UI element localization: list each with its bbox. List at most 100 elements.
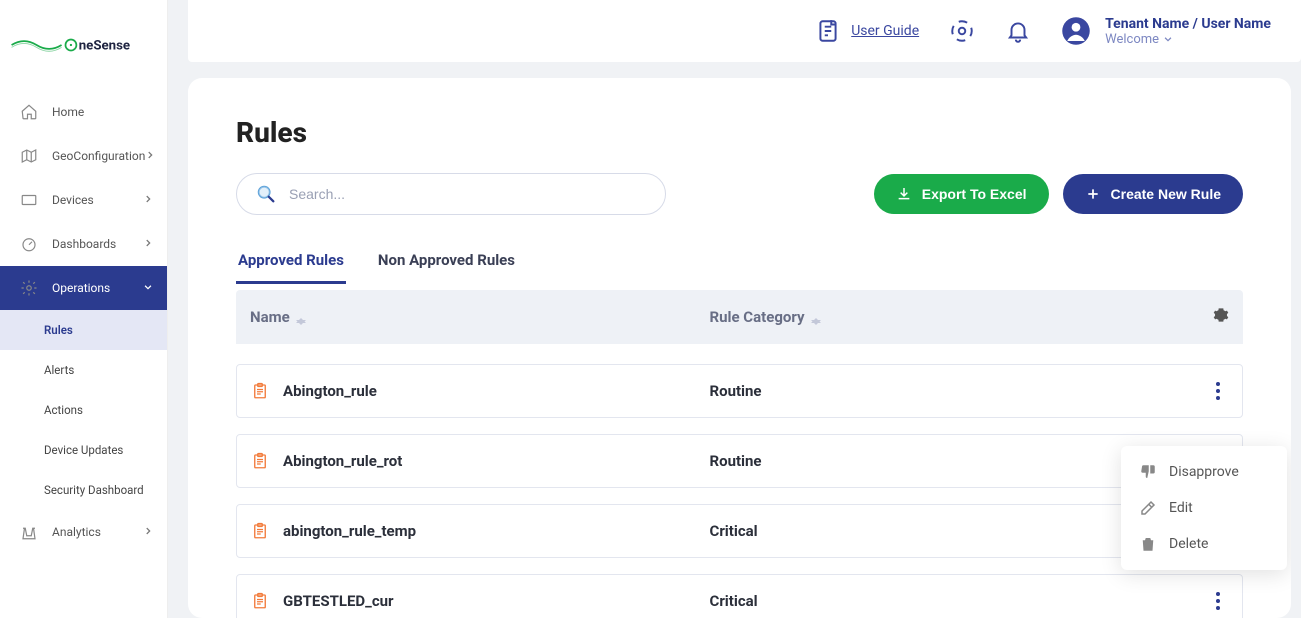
chevron-right-icon <box>143 525 153 539</box>
chevron-right-icon <box>143 193 153 207</box>
tabs: Approved Rules Non Approved Rules <box>236 243 1243 284</box>
sidebar-item-dashboards[interactable]: Dashboards <box>0 222 167 266</box>
sidebar-subitem-security-dashboard[interactable]: Security Dashboard <box>0 470 167 510</box>
sidebar-item-label: Operations <box>52 281 143 295</box>
sidebar-subitem-label: Actions <box>44 403 153 417</box>
row-menu-edit[interactable]: Edit <box>1121 490 1287 526</box>
geo-icon <box>20 147 38 165</box>
brand-logo: neSense <box>0 0 167 90</box>
gear-icon <box>20 279 38 297</box>
svg-text:neSense: neSense <box>79 39 130 54</box>
row-menu-label: Edit <box>1169 500 1193 516</box>
export-excel-button[interactable]: Export To Excel <box>874 174 1049 214</box>
rule-category: Critical <box>710 522 1169 540</box>
rule-category: Routine <box>710 382 1169 400</box>
rule-category: Critical <box>710 592 1169 610</box>
row-menu-delete[interactable]: Delete <box>1121 526 1287 562</box>
tab-label: Non Approved Rules <box>378 251 515 269</box>
user-text: Tenant Name / User Name Welcome <box>1105 16 1271 47</box>
clipboard-icon <box>251 451 269 471</box>
chevron-down-icon <box>143 281 153 295</box>
sidebar-item-operations[interactable]: Operations <box>0 266 167 310</box>
user-guide-link[interactable]: User Guide <box>815 18 919 44</box>
user-block: Tenant Name / User Name Welcome <box>1061 16 1271 47</box>
sort-icon <box>811 313 821 323</box>
name-cell: abington_rule_temp <box>251 521 710 541</box>
clipboard-icon <box>251 521 269 541</box>
sidebar-item-label: Home <box>52 105 153 119</box>
chevron-right-icon <box>143 237 153 251</box>
column-label: Name <box>250 308 290 326</box>
main-panel: Rules Export To Excel Create New Rule Ap… <box>188 78 1291 618</box>
rule-name: GBTESTLED_cur <box>283 592 394 610</box>
row-actions-button[interactable] <box>1208 379 1228 403</box>
bell-icon[interactable] <box>1005 18 1031 44</box>
export-label: Export To Excel <box>922 186 1027 202</box>
gear-icon <box>1213 307 1229 323</box>
search-input[interactable] <box>289 186 647 202</box>
user-guide-label: User Guide <box>851 23 919 39</box>
sidebar-item-label: GeoConfiguration <box>52 149 145 163</box>
sidebar-subitem-label: Alerts <box>44 363 153 377</box>
sidebar-subitem-alerts[interactable]: Alerts <box>0 350 167 390</box>
analytics-icon <box>20 523 38 541</box>
clipboard-icon <box>251 591 269 611</box>
sort-icon <box>296 313 306 323</box>
column-category-header[interactable]: Rule Category <box>710 308 1170 326</box>
column-label: Rule Category <box>710 308 805 326</box>
table-body: Abington_rule Routine Abington_rule_rot … <box>236 364 1243 618</box>
guide-icon <box>815 18 841 44</box>
sidebar-item-geoconfiguration[interactable]: GeoConfiguration <box>0 134 167 178</box>
sidebar-subitem-label: Device Updates <box>44 443 153 457</box>
sidebar-item-analytics[interactable]: Analytics <box>0 510 167 554</box>
tab-non-approved-rules[interactable]: Non Approved Rules <box>376 243 517 284</box>
table-row: abington_rule_temp Critical <box>236 504 1243 558</box>
sidebar-subitem-label: Security Dashboard <box>44 483 153 497</box>
column-settings[interactable] <box>1169 307 1229 327</box>
table-row: GBTESTLED_cur Critical <box>236 574 1243 618</box>
kebab-icon <box>1216 382 1220 400</box>
name-cell: Abington_rule_rot <box>251 451 710 471</box>
row-menu-disapprove[interactable]: Disapprove <box>1121 454 1287 490</box>
row-menu: Disapprove Edit Delete <box>1121 446 1287 570</box>
sidebar-item-home[interactable]: Home <box>0 90 167 134</box>
sidebar: neSense Home GeoConfiguration Devices Da… <box>0 0 168 618</box>
rule-name: abington_rule_temp <box>283 522 416 540</box>
operations-subnav: Rules Alerts Actions Device Updates Secu… <box>0 310 167 510</box>
rule-name: Abington_rule <box>283 382 377 400</box>
tab-approved-rules[interactable]: Approved Rules <box>236 243 346 284</box>
tenant-user-name: Tenant Name / User Name <box>1105 16 1271 32</box>
download-icon <box>896 186 912 202</box>
row-menu-label: Disapprove <box>1169 464 1239 480</box>
sidebar-item-label: Devices <box>52 193 143 207</box>
search-wrap <box>236 173 666 215</box>
tab-label: Approved Rules <box>238 251 344 269</box>
sidebar-subitem-rules[interactable]: Rules <box>0 310 167 350</box>
kebab-icon <box>1216 592 1220 610</box>
onesense-logo-icon: neSense <box>10 29 135 61</box>
home-icon <box>20 103 38 121</box>
sidebar-subitem-actions[interactable]: Actions <box>0 390 167 430</box>
sidebar-subitem-device-updates[interactable]: Device Updates <box>0 430 167 470</box>
rule-name: Abington_rule_rot <box>283 452 402 470</box>
fingerprint-icon[interactable] <box>949 18 975 44</box>
column-name-header[interactable]: Name <box>250 308 710 326</box>
row-actions-button[interactable] <box>1208 589 1228 613</box>
thumbs-down-icon <box>1139 463 1157 481</box>
devices-icon <box>20 191 38 209</box>
table-header: Name Rule Category <box>236 290 1243 344</box>
clipboard-icon <box>251 381 269 401</box>
name-cell: GBTESTLED_cur <box>251 591 710 611</box>
avatar-icon <box>1061 16 1091 46</box>
welcome-dropdown[interactable]: Welcome <box>1105 32 1271 47</box>
page-title: Rules <box>236 116 1243 149</box>
dashboard-icon <box>20 235 38 253</box>
controls-row: Export To Excel Create New Rule <box>236 173 1243 215</box>
create-rule-button[interactable]: Create New Rule <box>1063 174 1243 214</box>
chevron-down-icon <box>1163 34 1173 44</box>
sidebar-item-devices[interactable]: Devices <box>0 178 167 222</box>
topbar: User Guide Tenant Name / User Name Welco… <box>188 0 1301 62</box>
edit-icon <box>1139 499 1157 517</box>
table-row: Abington_rule Routine <box>236 364 1243 418</box>
name-cell: Abington_rule <box>251 381 710 401</box>
